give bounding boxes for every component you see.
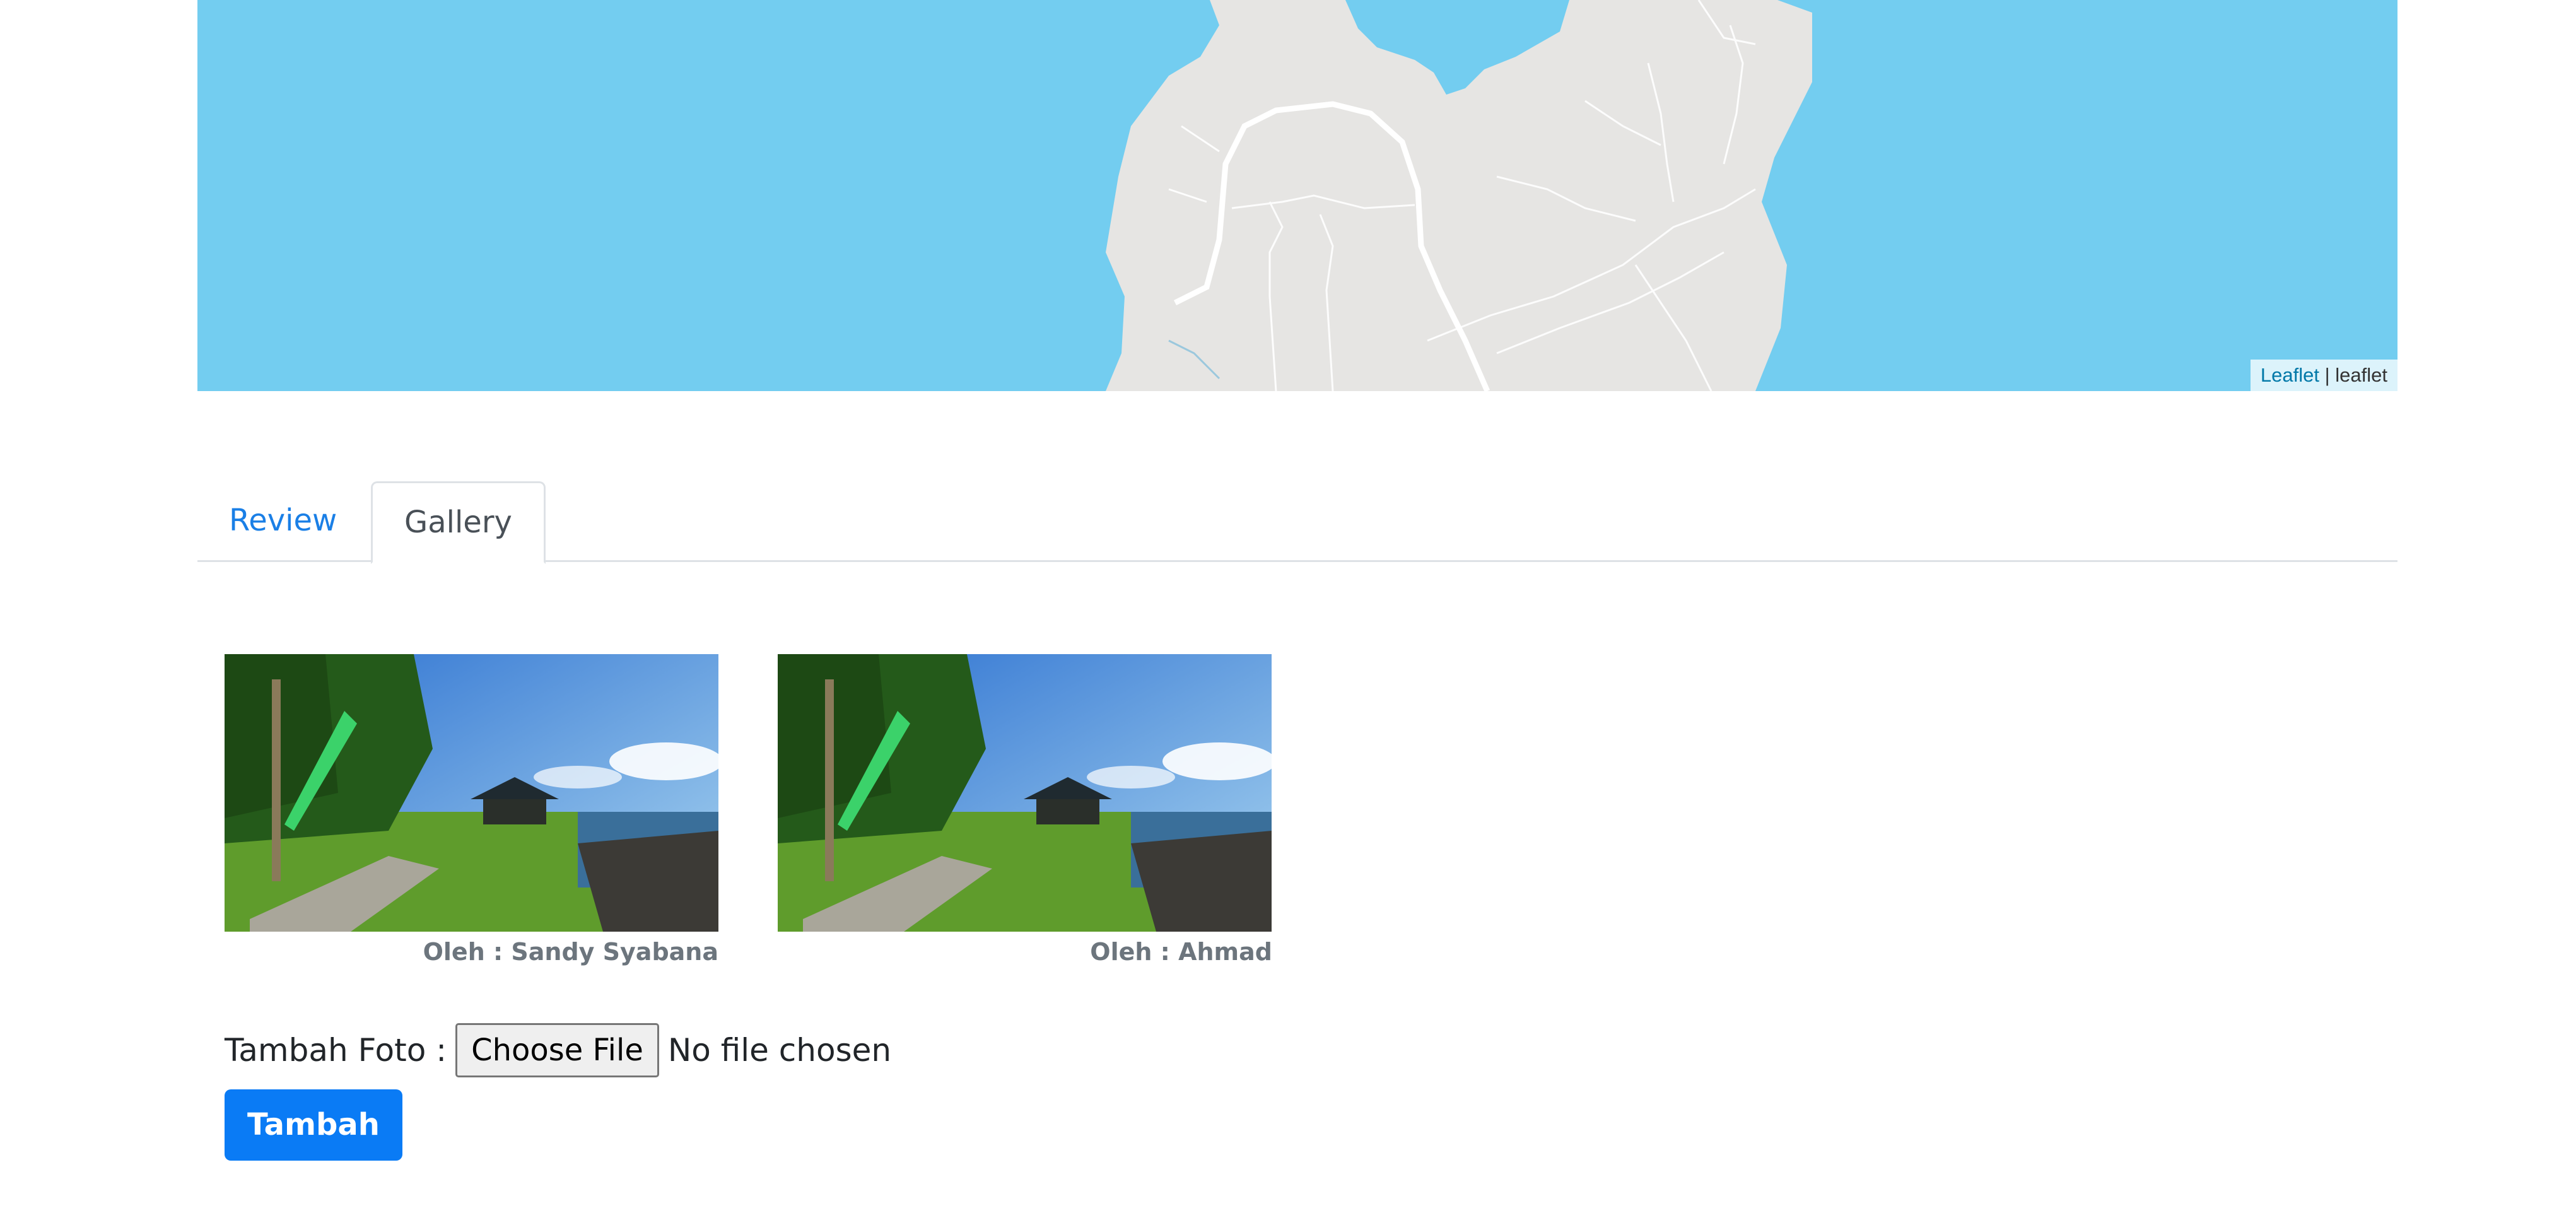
file-status: No file chosen [667,1032,892,1069]
tab-review[interactable]: Review [197,481,368,562]
beach-photo-image [225,654,718,932]
gallery-photo[interactable] [777,654,1272,932]
gallery-photo[interactable] [225,654,718,932]
tab-gallery[interactable]: Gallery [371,481,546,564]
map[interactable]: Leaflet | leaflet [197,0,2397,391]
add-photo-button[interactable]: Tambah [225,1089,402,1161]
upload-row: Tambah Foto : Choose File No file chosen [225,1022,891,1079]
content-tabs: Review Gallery [197,481,2397,564]
choose-file-button[interactable]: Choose File [455,1023,659,1077]
beach-photo-image [778,654,1272,932]
map-tiles [1106,0,1812,391]
photo-caption: Oleh : Sandy Syabana [423,938,718,966]
map-attribution: Leaflet | leaflet [2250,360,2397,391]
upload-label: Tambah Foto : [225,1032,447,1069]
photo-caption: Oleh : Ahmad [1090,938,1272,966]
attribution-text: leaflet [2335,364,2387,386]
attribution-separator: | [2324,364,2330,386]
leaflet-link[interactable]: Leaflet [2261,364,2319,386]
